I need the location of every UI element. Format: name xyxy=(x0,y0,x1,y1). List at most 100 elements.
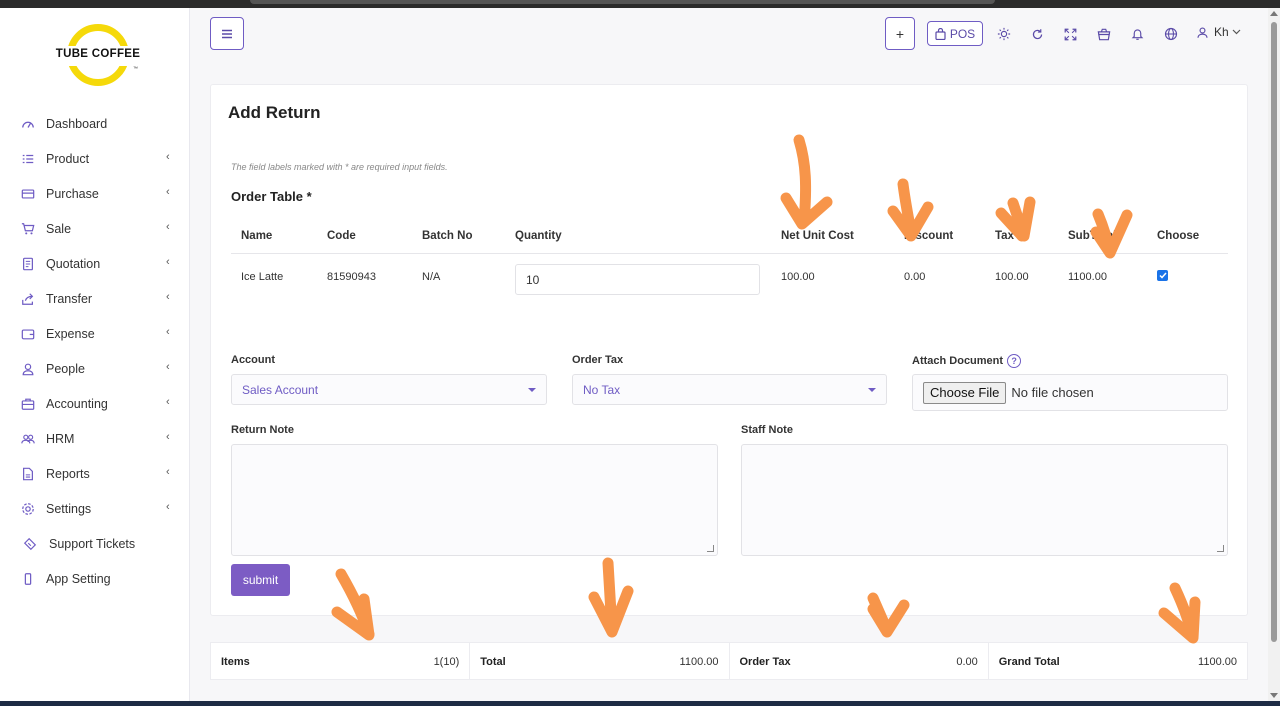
chevron-left-icon: ‹ xyxy=(166,151,170,163)
brand-name: TUBE COFFEE xyxy=(55,48,141,60)
row-batch: N/A xyxy=(422,271,441,283)
sidebar-item-settings[interactable]: Settings ‹ xyxy=(0,491,190,526)
hamburger-icon xyxy=(222,29,232,38)
language-button[interactable] xyxy=(1163,26,1179,42)
sidebar-item-people[interactable]: People ‹ xyxy=(0,351,190,386)
col-header-choose: Choose xyxy=(1157,230,1200,242)
items-label: Items xyxy=(221,656,250,668)
dashboard-icon xyxy=(20,116,36,132)
order-tax-total-label: Order Tax xyxy=(739,656,791,668)
row-discount: 0.00 xyxy=(904,271,926,283)
sidebar-item-label: Reports xyxy=(46,466,90,481)
sidebar-item-transfer[interactable]: Transfer ‹ xyxy=(0,281,190,316)
sidebar-item-accounting[interactable]: Accounting ‹ xyxy=(0,386,190,421)
brand-tm: ™ xyxy=(133,66,138,72)
sidebar-item-product[interactable]: Product ‹ xyxy=(0,141,190,176)
refresh-button[interactable] xyxy=(1029,26,1045,42)
pos-button[interactable]: POS xyxy=(927,21,983,46)
sidebar-item-label: Settings xyxy=(46,501,92,516)
order-tax-select[interactable]: No Tax xyxy=(572,374,887,405)
caret-down-icon xyxy=(528,388,536,392)
sidebar-item-label: Product xyxy=(46,151,90,166)
users-icon xyxy=(20,431,36,447)
cart-icon xyxy=(20,221,36,237)
refresh-icon xyxy=(1032,28,1042,39)
sidebar-item-quotation[interactable]: Quotation ‹ xyxy=(0,246,190,281)
fullscreen-button[interactable] xyxy=(1062,26,1078,42)
row-tax: 100.00 xyxy=(995,271,1029,283)
chevron-left-icon: ‹ xyxy=(166,326,170,338)
sidebar-item-label: Expense xyxy=(46,326,95,341)
bell-icon xyxy=(1131,29,1143,40)
account-value: Sales Account xyxy=(242,383,319,397)
scroll-down-icon[interactable] xyxy=(1270,693,1278,698)
grand-total-label: Grand Total xyxy=(998,656,1060,668)
sidebar-item-label: Support Tickets xyxy=(49,536,136,551)
sidebar-item-support-tickets[interactable]: Support Tickets xyxy=(0,526,190,561)
col-header-subtotal: SubTotal xyxy=(1068,230,1117,242)
sidebar-item-label: People xyxy=(46,361,85,376)
account-select[interactable]: Sales Account xyxy=(231,374,547,405)
ticket-icon xyxy=(22,536,38,552)
sidebar-item-label: Transfer xyxy=(46,291,93,306)
attach-document-input[interactable]: Choose File No file chosen xyxy=(912,374,1228,411)
sidebar-item-label: Purchase xyxy=(46,186,99,201)
scroll-up-icon[interactable] xyxy=(1270,11,1278,16)
col-header-code: Code xyxy=(327,230,356,242)
share-icon xyxy=(20,291,36,307)
sidebar-item-app-setting[interactable]: App Setting xyxy=(0,561,190,596)
attach-document-label: Attach Document? xyxy=(912,354,1022,368)
staff-note-textarea[interactable] xyxy=(741,444,1228,556)
account-label: Account xyxy=(231,354,275,366)
sidebar-item-sale[interactable]: Sale ‹ xyxy=(0,211,190,246)
return-note-textarea[interactable] xyxy=(231,444,718,556)
theme-toggle-button[interactable] xyxy=(996,26,1012,42)
sidebar-item-purchase[interactable]: Purchase ‹ xyxy=(0,176,190,211)
list-icon xyxy=(20,151,36,167)
file-icon xyxy=(20,466,36,482)
chevron-left-icon: ‹ xyxy=(166,396,170,408)
grand-total-value: 1100.00 xyxy=(1198,656,1237,668)
store-button[interactable] xyxy=(1096,26,1112,42)
card-icon xyxy=(20,186,36,202)
sidebar-item-dashboard[interactable]: Dashboard xyxy=(0,106,190,141)
chevron-left-icon: ‹ xyxy=(166,501,170,513)
sidebar-nav: Dashboard Product ‹ Purchase ‹ Sale ‹ Qu… xyxy=(0,106,190,596)
table-header: Name Code Batch No Quantity Net Unit Cos… xyxy=(231,218,1228,254)
sidebar-item-label: App Setting xyxy=(46,571,111,586)
resize-handle-icon[interactable] xyxy=(1217,545,1224,552)
chevron-left-icon: ‹ xyxy=(166,221,170,233)
order-table: Name Code Batch No Quantity Net Unit Cos… xyxy=(231,218,1228,316)
submit-button[interactable]: submit xyxy=(231,564,290,596)
totals-grand-total: Grand Total 1100.00 xyxy=(989,643,1247,679)
quick-add-button[interactable]: + xyxy=(885,17,915,50)
page-scrollbar[interactable] xyxy=(1268,8,1280,701)
notifications-button[interactable] xyxy=(1129,26,1145,42)
user-icon xyxy=(20,361,36,377)
browser-tab xyxy=(250,0,995,4)
user-menu[interactable]: Kh xyxy=(1196,25,1246,39)
browser-top-bar xyxy=(0,0,1280,8)
col-header-batch: Batch No xyxy=(422,230,473,242)
sidebar-item-hrm[interactable]: HRM ‹ xyxy=(0,421,190,456)
sidebar-item-expense[interactable]: Expense ‹ xyxy=(0,316,190,351)
col-header-tax: Tax xyxy=(995,230,1014,242)
resize-handle-icon[interactable] xyxy=(707,545,714,552)
sidebar-item-reports[interactable]: Reports ‹ xyxy=(0,456,190,491)
file-status: No file chosen xyxy=(1011,385,1094,400)
return-note-label: Return Note xyxy=(231,424,294,436)
help-icon[interactable]: ? xyxy=(1007,354,1022,368)
brand-logo[interactable]: TUBE COFFEE ™ xyxy=(53,22,143,92)
col-header-discount: Discount xyxy=(904,230,954,242)
quantity-input[interactable] xyxy=(515,264,760,295)
menu-toggle-button[interactable] xyxy=(210,17,244,50)
chevron-left-icon: ‹ xyxy=(166,186,170,198)
scrollbar-thumb[interactable] xyxy=(1271,22,1277,642)
add-return-card: Add Return The field labels marked with … xyxy=(210,84,1248,616)
choose-checkbox[interactable] xyxy=(1157,270,1168,281)
user-icon xyxy=(1197,26,1208,38)
totals-total: Total 1100.00 xyxy=(470,643,730,679)
choose-file-button[interactable]: Choose File xyxy=(923,381,1007,404)
gear-icon xyxy=(20,501,36,517)
phone-icon xyxy=(20,571,36,587)
